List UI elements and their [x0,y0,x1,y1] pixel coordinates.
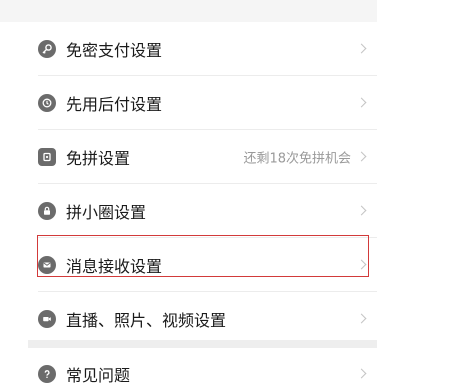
badge-icon [38,94,56,112]
settings-item-password-free-pay[interactable]: 免密支付设置 [0,22,377,76]
chevron-right-icon [356,151,367,162]
chevron-right-icon [356,368,367,379]
chevron-right-icon [356,43,367,54]
settings-item-label: 消息接收设置 [66,257,163,276]
settings-item-label: 常见问题 [66,366,131,385]
chevron-right-icon [356,313,367,324]
key-icon [38,40,56,58]
settings-item-pay-later[interactable]: 先用后付设置 [0,76,377,130]
settings-item-live-photo-video[interactable]: 直播、照片、视频设置 [0,292,377,346]
settings-item-label: 直播、照片、视频设置 [66,311,227,330]
settings-page: 免密支付设置 先用后付设置 免拼设置 还剩18次免拼机会 拼小圈设置 消息接收设… [0,0,453,386]
chevron-right-icon [356,259,367,270]
settings-item-group-circle[interactable]: 拼小圈设置 [0,184,377,238]
settings-item-label: 免密支付设置 [66,41,163,60]
coupon-icon [38,148,56,166]
settings-item-label: 拼小圈设置 [66,203,147,222]
message-icon [38,256,56,274]
settings-item-label: 免拼设置 [66,149,131,168]
chevron-right-icon [356,205,367,216]
settings-item-faq[interactable]: 常见问题 [0,348,377,386]
video-camera-icon [38,310,56,328]
settings-item-free-group[interactable]: 免拼设置 还剩18次免拼机会 [0,130,377,184]
settings-item-message-receive[interactable]: 消息接收设置 [0,238,377,292]
free-group-remaining-note: 还剩18次免拼机会 [243,151,351,167]
help-list: 常见问题 [0,348,377,386]
settings-item-label: 先用后付设置 [66,95,163,114]
right-blank-area [377,0,453,386]
lock-icon [38,202,56,220]
question-icon [38,365,56,383]
chevron-right-icon [356,97,367,108]
settings-list: 免密支付设置 先用后付设置 免拼设置 还剩18次免拼机会 拼小圈设置 消息接收设… [0,22,377,346]
section-separator [28,340,377,348]
